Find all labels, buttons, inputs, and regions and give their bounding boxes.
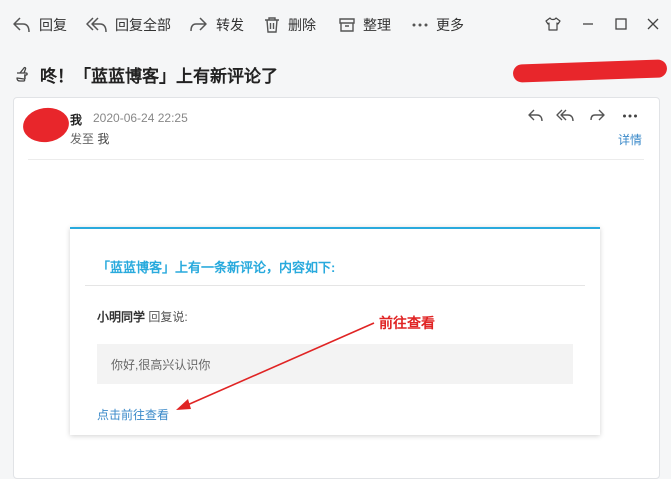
commenter-name: 小明同学	[97, 310, 146, 324]
sent-time: 2020-06-24 22:25	[93, 111, 188, 125]
reply-said-label: 回复说:	[148, 310, 188, 324]
reply-all-label: 回复全部	[115, 17, 171, 33]
recipient-name[interactable]: 我	[97, 132, 109, 146]
details-link[interactable]: 详情	[618, 131, 642, 148]
forward-icon	[190, 17, 207, 32]
archive-icon	[339, 18, 355, 32]
delete-button[interactable]: 删除	[263, 13, 316, 37]
header-forward-button[interactable]	[588, 107, 608, 125]
close-button[interactable]	[643, 14, 663, 34]
forward-icon	[590, 109, 605, 121]
maximize-icon	[615, 18, 627, 30]
notice-title: 「蓝蓝博客」上有一条新评论，内容如下:	[97, 260, 336, 275]
organize-button[interactable]: 整理	[338, 13, 391, 37]
recipient-line: 发至 我	[70, 130, 109, 147]
delete-label: 删除	[288, 17, 316, 33]
more-dots-icon	[623, 114, 637, 118]
header-more-button[interactable]	[620, 107, 640, 125]
trash-icon	[265, 17, 279, 33]
comment-text: 你好,很高兴认识你	[111, 358, 211, 372]
email-view: 我 2020-06-24 22:25 发至 我 详情 「蓝蓝博客」上有一条新评论…	[13, 97, 660, 479]
reply-button[interactable]: 回复	[12, 13, 67, 37]
minimize-button[interactable]	[578, 14, 598, 34]
forward-button[interactable]: 转发	[189, 13, 244, 37]
reply-icon	[528, 109, 543, 122]
more-button[interactable]: 更多	[411, 13, 464, 37]
more-dots-icon	[412, 23, 428, 27]
close-icon	[647, 18, 659, 30]
reply-all-icon	[86, 17, 107, 33]
reply-line: 小明同学 回复说:	[97, 308, 188, 325]
mail-toolbar: 回复 回复全部 转发 删除 整理 更多	[0, 0, 671, 48]
reply-all-icon	[556, 109, 574, 122]
email-subject: 咚！「蓝蓝博客」上有新评论了	[40, 67, 278, 86]
to-label: 发至	[70, 132, 95, 146]
header-reply-all-button[interactable]	[555, 107, 577, 125]
minimize-icon	[583, 23, 593, 25]
forward-label: 转发	[216, 17, 244, 33]
maximize-button[interactable]	[611, 14, 631, 34]
view-comment-link[interactable]: 点击前往查看	[97, 406, 169, 423]
more-label: 更多	[436, 17, 464, 33]
sender-name[interactable]: 我	[70, 111, 82, 128]
reply-all-button[interactable]: 回复全部	[86, 13, 171, 37]
shirt-icon	[545, 17, 561, 31]
annotation-label: 前往查看	[379, 315, 435, 331]
pointing-hand-icon	[16, 66, 28, 82]
notice-divider	[85, 285, 585, 286]
comment-quote-box: 你好,很高兴认识你	[97, 344, 573, 384]
reply-label: 回复	[39, 17, 67, 33]
header-divider	[28, 159, 644, 160]
organize-label: 整理	[363, 17, 391, 33]
reply-icon	[13, 17, 30, 33]
header-reply-button[interactable]	[526, 107, 546, 125]
avatar	[20, 104, 72, 146]
comment-notice-card: 「蓝蓝博客」上有一条新评论，内容如下: 小明同学 回复说: 你好,很高兴认识你 …	[70, 227, 600, 435]
skin-button[interactable]	[543, 14, 563, 34]
